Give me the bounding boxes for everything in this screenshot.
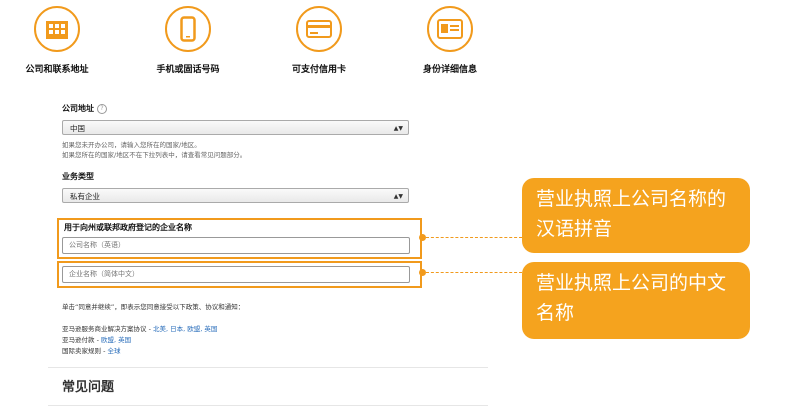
step-credit-card: 可支付信用卡 (259, 6, 379, 75)
agreement-line-3-links[interactable]: 全球 (107, 347, 120, 355)
callout-chinese: 营业执照上公司的中文名称 (522, 262, 750, 339)
step-label: 身份详细信息 (422, 65, 477, 75)
agreement-line-1-links[interactable]: 北美, 日本, 欧盟, 英国 (153, 325, 217, 333)
step-label: 手机或固话号码 (156, 65, 220, 75)
step-circle (296, 6, 342, 52)
company-address-select[interactable]: 中国 ▲▼ (62, 120, 409, 135)
step-label: 可支付信用卡 (291, 65, 346, 75)
faq-title: 常见问题 (62, 380, 115, 395)
company-address-value: 中国 (70, 124, 85, 133)
step-company-address: 公司和联系地址 (0, 6, 117, 75)
company-name-label: 用于向州或联邦政府登记的企业名称 (64, 223, 192, 232)
chevron-updown-icon: ▲▼ (393, 125, 403, 132)
step-circle (34, 6, 80, 52)
business-type-label: 业务类型 (62, 172, 94, 181)
company-address-label-text: 公司地址 (62, 104, 94, 113)
help-icon[interactable]: ? (97, 103, 107, 114)
business-type-value: 私有企业 (70, 192, 100, 201)
connector-dot (419, 269, 426, 276)
company-address-hint-2: 如果您所在的国家/地区不在下拉列表中，请查看常见问题部分。 (62, 151, 247, 159)
credit-card-icon (306, 20, 332, 38)
connector-line (426, 272, 522, 273)
company-name-english-input[interactable] (62, 237, 410, 254)
company-address-label: 公司地址? (62, 103, 107, 114)
building-icon (46, 21, 68, 39)
connector-line (426, 237, 522, 238)
callout-pinyin: 营业执照上公司名称的汉语拼音 (522, 178, 750, 253)
step-circle (427, 6, 473, 52)
step-circle (165, 6, 211, 52)
company-address-hint-1: 如果您未开办公司，请输入您所在的国家/地区。 (62, 141, 201, 149)
agreement-line-2-links[interactable]: 欧盟, 英国 (101, 336, 131, 344)
agreement-intro: 单击“同意并继续”，即表示您同意接受以下政策、协议和通知： (62, 303, 245, 311)
chevron-updown-icon: ▲▼ (393, 193, 403, 200)
divider (48, 367, 488, 368)
agreement-line-3: 国际卖家规则 - 全球 (62, 345, 120, 355)
step-label: 公司和联系地址 (25, 65, 89, 75)
company-name-chinese-input[interactable] (62, 266, 410, 283)
agreement-line-3-prefix: 国际卖家规则 - (62, 347, 108, 355)
connector-dot (419, 234, 426, 241)
step-phone: 手机或固话号码 (128, 6, 248, 75)
phone-icon (180, 16, 196, 42)
agreement-line-1: 亚马逊服务商业解决方案协议 - 北美, 日本, 欧盟, 英国 (62, 323, 217, 333)
agreement-line-1-prefix: 亚马逊服务商业解决方案协议 - (62, 325, 153, 333)
step-identity: 身份详细信息 (390, 6, 510, 75)
id-card-icon (437, 19, 463, 39)
divider (48, 405, 488, 406)
agreement-line-2-prefix: 亚马逊付款 - (62, 336, 101, 344)
agreement-line-2: 亚马逊付款 - 欧盟, 英国 (62, 334, 131, 344)
business-type-select[interactable]: 私有企业 ▲▼ (62, 188, 409, 203)
